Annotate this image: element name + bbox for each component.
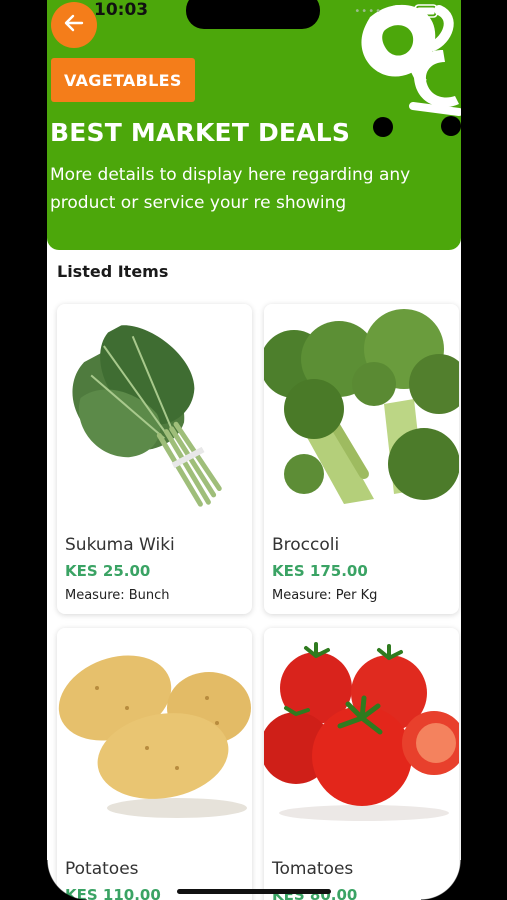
status-bar: 10:03 •••• — [47, 0, 461, 29]
home-indicator[interactable] — [177, 889, 331, 894]
product-price: KES 25.00 — [65, 562, 151, 580]
arrow-left-icon — [63, 12, 85, 38]
tomatoes-image — [264, 628, 459, 846]
product-card-sukuma-wiki[interactable]: Sukuma Wiki KES 25.00 Measure: Bunch — [57, 304, 252, 614]
hero-subtitle: More details to display here regarding a… — [50, 165, 411, 213]
status-time: 10:03 — [94, 0, 149, 20]
product-name: Tomatoes — [272, 859, 354, 879]
wifi-icon — [389, 4, 407, 18]
hero-title: BEST MARKET DEALS — [50, 118, 351, 147]
product-name: Broccoli — [272, 535, 340, 555]
section-title: Listed Items — [57, 262, 169, 281]
product-measure: Measure: Bunch — [65, 588, 170, 603]
product-card-broccoli[interactable]: Broccoli KES 175.00 Measure: Per Kg — [264, 304, 459, 614]
kale-leaves-image — [57, 304, 252, 522]
signal-icon: •••• — [354, 5, 382, 17]
broccoli-image — [264, 304, 459, 522]
status-icons: •••• — [354, 4, 441, 18]
potatoes-image — [57, 628, 252, 846]
back-button[interactable] — [51, 2, 97, 48]
product-name: Sukuma Wiki — [65, 535, 175, 555]
category-badge[interactable]: VAGETABLES — [51, 58, 195, 102]
dynamic-island — [186, 0, 320, 29]
screen-corner — [47, 860, 87, 900]
screen-corner — [421, 860, 461, 900]
hero-banner: VAGETABLES BEST MARKET DEALS More detail… — [47, 0, 461, 250]
battery-icon — [414, 4, 441, 18]
product-measure: Measure: Per Kg — [272, 588, 378, 603]
app-screen: VAGETABLES BEST MARKET DEALS More detail… — [47, 0, 461, 900]
product-price: KES 175.00 — [272, 562, 368, 580]
